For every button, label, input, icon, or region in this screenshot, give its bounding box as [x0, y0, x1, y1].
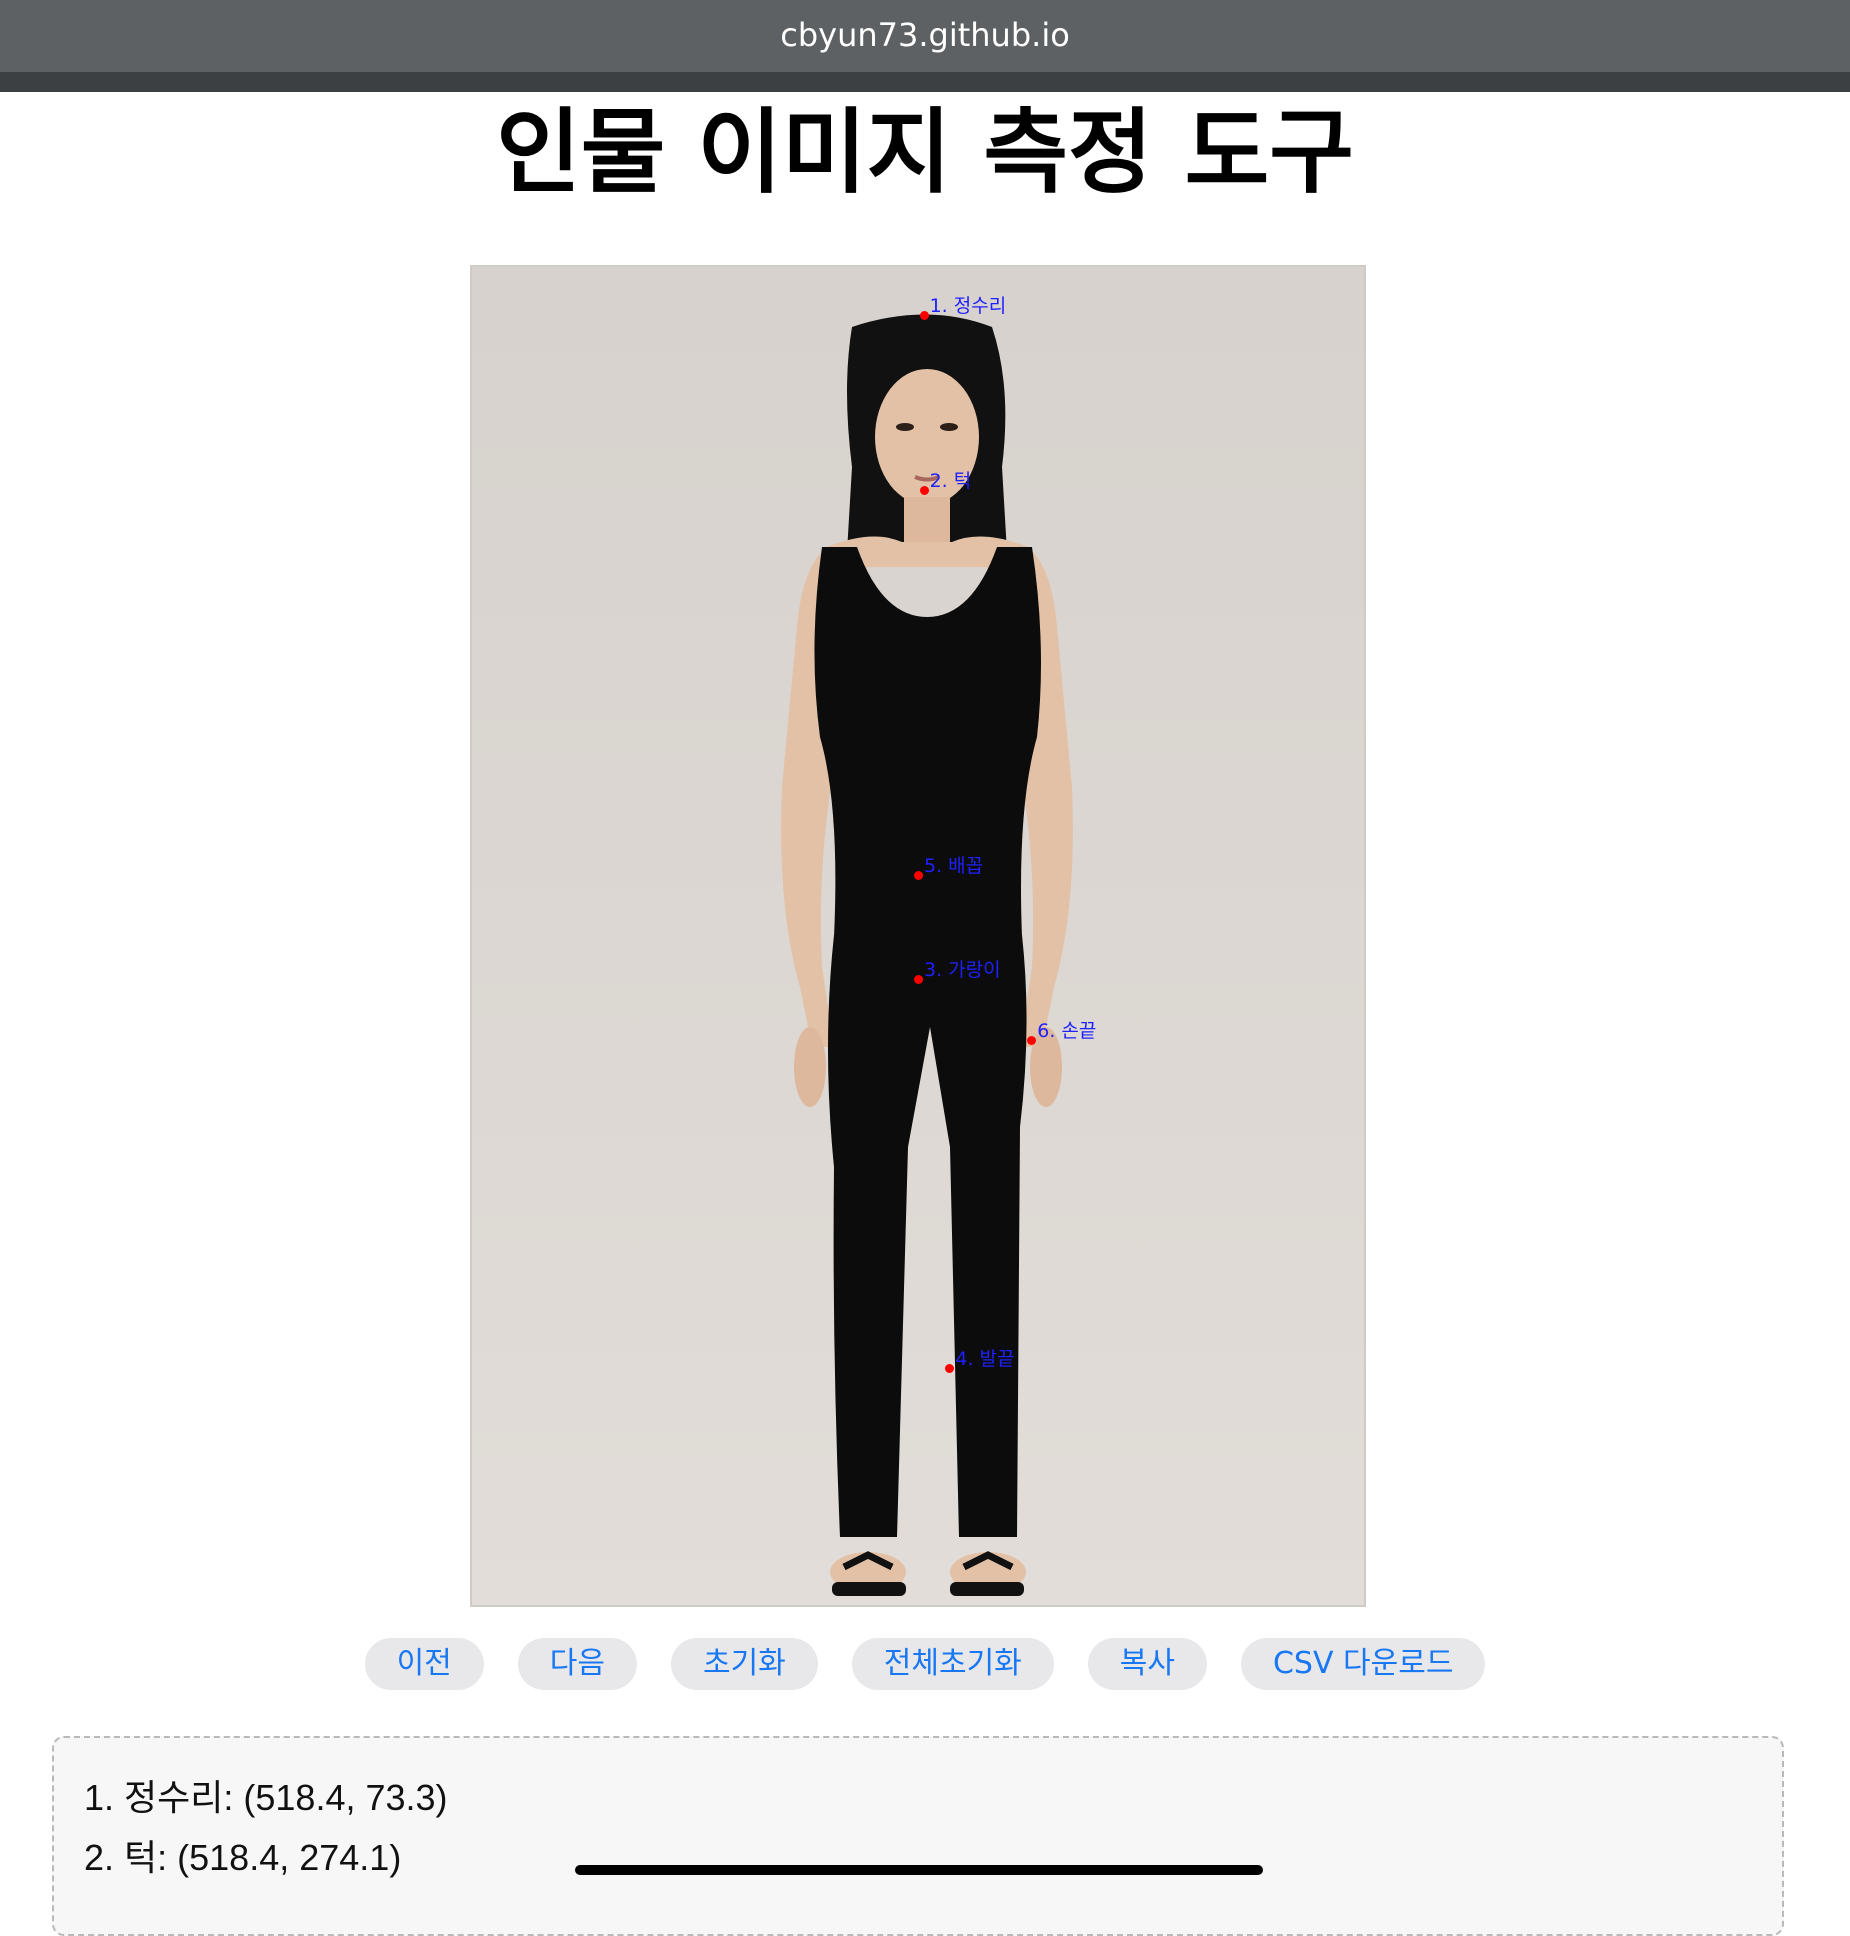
marker-dot[interactable]	[914, 870, 923, 880]
marker-label: 4. 발끝	[955, 1347, 1015, 1370]
marker-label: 6. 손끝	[1037, 1020, 1097, 1043]
browser-address-bar[interactable]: cbyun73.github.io	[0, 0, 1850, 72]
page-title: 인물 이미지 측정 도구	[496, 99, 1354, 206]
marker-label: 1. 정수리	[929, 294, 1007, 317]
measurement-photo[interactable]: 1. 정수리 2. 턱 3. 가랑이 4. 발끝 5. 배꼽 6. 손끝	[470, 265, 1366, 1607]
marker-label: 2. 턱	[929, 469, 972, 492]
browser-url: cbyun73.github.io	[780, 16, 1070, 54]
marker-label: 3. 가랑이	[924, 959, 1001, 982]
coordinate-line: 2. 턱: (518.4, 274.1)	[84, 1837, 402, 1878]
marker-label: 5. 배꼽	[924, 854, 984, 877]
csv-download-button[interactable]: CSV 다운로드	[1240, 1638, 1486, 1690]
next-button[interactable]: 다음	[517, 1638, 637, 1690]
coordinate-line: 1. 정수리: (518.4, 73.3)	[84, 1777, 448, 1818]
coordinates-output: 1. 정수리: (518.4, 73.3) 2. 턱: (518.4, 274.…	[52, 1736, 1784, 1936]
control-buttons: 이전 다음 초기화 전체초기화 복사 CSV 다운로드	[0, 1638, 1850, 1690]
reset-all-button[interactable]: 전체초기화	[851, 1638, 1054, 1690]
marker-dot[interactable]	[919, 485, 929, 495]
person-illustration	[781, 314, 1073, 1596]
copy-button[interactable]: 복사	[1087, 1638, 1207, 1690]
reset-button[interactable]: 초기화	[670, 1638, 818, 1690]
marker-dot[interactable]	[919, 310, 929, 320]
prev-button[interactable]: 이전	[364, 1638, 484, 1690]
home-indicator	[575, 1865, 1263, 1875]
browser-toolbar-edge	[0, 72, 1850, 92]
